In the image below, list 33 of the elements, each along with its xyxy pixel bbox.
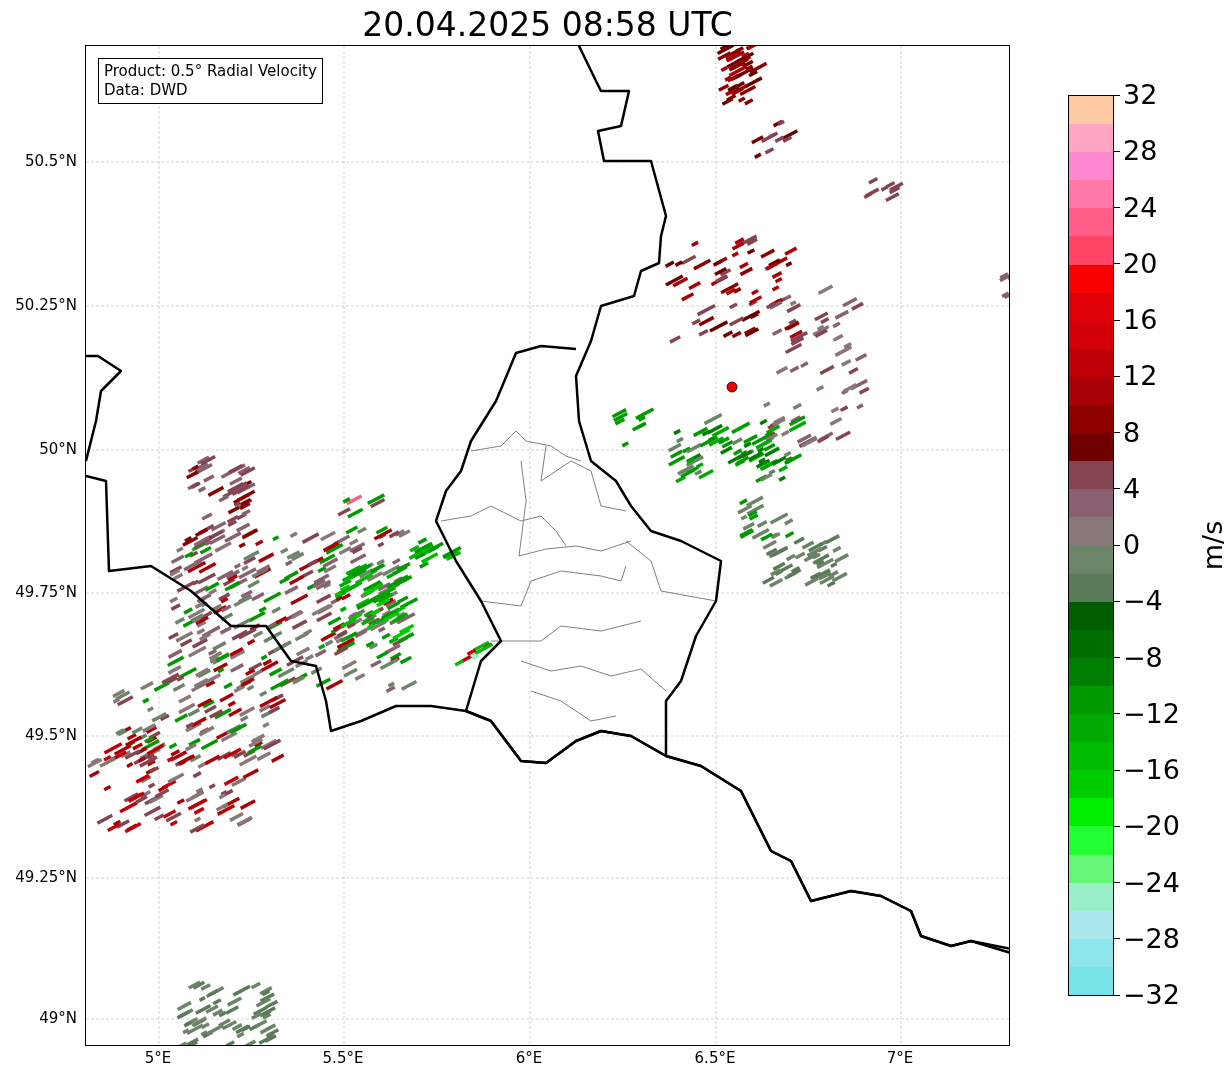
longitude-label: 5.5°E [322,1051,364,1066]
scale-label: −24 [1123,868,1180,897]
scale-unit-label: m/s [1199,520,1225,571]
longitude-label: 7°E [886,1051,914,1066]
scale-label: 32 [1123,81,1158,109]
info-text: Data: DWD [104,81,189,100]
scale-label: −28 [1123,924,1180,953]
scale-label: −8 [1123,643,1163,672]
longitude-label: 5°E [144,1051,172,1066]
scale-label: −12 [1123,699,1180,728]
scale-label: 20 [1123,249,1158,278]
scale-label: −20 [1123,812,1180,841]
scale-label: −32 [1123,981,1180,1009]
scale-label: 8 [1123,418,1141,447]
longitude-label: 6°E [515,1051,543,1066]
latitude-label: 50°N [39,442,77,457]
longitude-label: 6.5°E [694,1051,736,1066]
scale-label: −4 [1123,587,1163,616]
scale-label: 4 [1123,474,1141,503]
chart-title: 20.04.2025 08:58 UTC [362,8,733,45]
latitude-label: 49°N [39,1011,77,1026]
scale-label: 24 [1123,193,1158,222]
scale-label: 0 [1123,531,1141,559]
scale-label: 28 [1123,137,1158,166]
scale-label: −16 [1123,756,1180,784]
scale-label: 16 [1123,306,1158,334]
info-text: Product: 0.5° Radial Velocity [104,62,317,81]
latitude-label: 50.25°N [15,298,77,313]
latitude-label: 49.75°N [15,585,77,600]
latitude-label: 50.5°N [24,154,77,169]
scale-label: 12 [1123,362,1158,391]
latitude-label: 49.5°N [24,728,77,743]
latitude-label: 49.25°N [15,870,77,885]
